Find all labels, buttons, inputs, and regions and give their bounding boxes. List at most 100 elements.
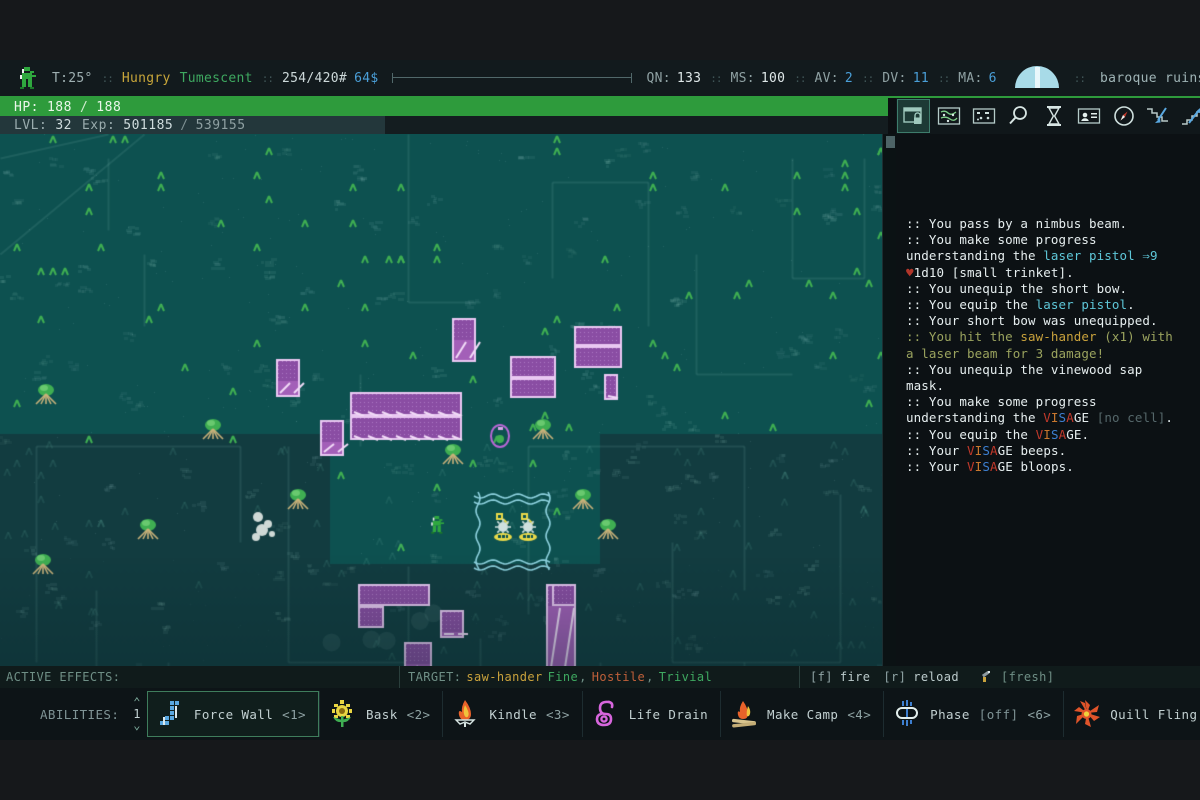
- log-span: You make some progress: [928, 232, 1097, 248]
- chevron-down-icon[interactable]: ⌄: [133, 719, 141, 731]
- player-avatar-icon[interactable]: [14, 65, 40, 91]
- local-map-icon[interactable]: [967, 99, 1000, 133]
- log-line: :: You pass by a nimbus beam.: [906, 216, 1194, 232]
- av-label: AV:: [814, 70, 839, 86]
- log-span: GE: [997, 459, 1013, 475]
- fire-label[interactable]: fire: [840, 670, 871, 684]
- reload-hotkey[interactable]: [r]: [883, 670, 906, 684]
- character-sheet-icon[interactable]: [1072, 99, 1105, 133]
- ability-hotkey: <1>: [282, 706, 306, 722]
- ability-bask[interactable]: Bask <2>: [318, 691, 442, 737]
- log-span: GE: [997, 442, 1013, 458]
- ability-phase[interactable]: Phase [off] <6>: [883, 691, 1063, 737]
- chevron-up-icon[interactable]: ⌃: [133, 696, 141, 708]
- ability-force-wall[interactable]: Force Wall <1>: [146, 691, 319, 737]
- ability-life-drain[interactable]: Life Drain: [581, 691, 720, 737]
- kindle-flame-icon: [452, 699, 480, 729]
- money: 64$: [354, 70, 379, 86]
- ability-make-camp[interactable]: Make Camp <4>: [720, 691, 883, 737]
- stairs-down-icon[interactable]: [1142, 99, 1175, 133]
- log-span: laser pistol: [1035, 297, 1128, 313]
- letterbox-bottom: [0, 740, 1200, 800]
- abilities-page-stepper[interactable]: ⌃ 1 ⌄: [133, 696, 141, 731]
- hourglass-icon[interactable]: [1037, 99, 1070, 133]
- lvl-label: LVL:: [14, 117, 48, 133]
- ability-state: [off]: [978, 706, 1019, 722]
- fire-hotkey[interactable]: [f]: [810, 670, 833, 684]
- moon-phase-icon: [1014, 66, 1059, 90]
- search-icon[interactable]: [1002, 99, 1035, 133]
- log-span: ::: [906, 394, 929, 410]
- log-span: ⇒9: [1134, 248, 1158, 264]
- hp-slash: /: [79, 99, 89, 115]
- log-line: :: You make some progress: [906, 232, 1194, 248]
- status-bar: T:25° :: Hungry Tumescent :: 254/420# 64…: [0, 60, 1200, 98]
- log-span: You make some progress: [928, 394, 1097, 410]
- campfire-icon: [730, 699, 758, 729]
- ability-kindle[interactable]: Kindle <3>: [442, 691, 581, 737]
- comma: ,: [646, 670, 654, 684]
- ability-label: Make Camp: [767, 706, 839, 722]
- bask-flower-icon: [329, 699, 357, 729]
- ability-hotkey: <3>: [545, 706, 570, 722]
- log-span: You equip the: [928, 297, 1036, 313]
- map-canvas[interactable]: [0, 134, 888, 666]
- log-span: ::: [906, 361, 929, 377]
- log-span: .: [1127, 297, 1135, 313]
- letterbox-top: [0, 0, 1200, 60]
- ability-label: Force Wall: [193, 706, 274, 722]
- message-log[interactable]: :: You pass by a nimbus beam.:: You make…: [896, 134, 1200, 666]
- log-span: You equip the: [928, 426, 1036, 442]
- exp-value: 501185: [123, 117, 174, 133]
- log-line: :: You unequip the vinewood sap: [906, 362, 1194, 378]
- map-viewport[interactable]: [0, 134, 888, 666]
- log-span: S: [982, 442, 990, 458]
- world-map-icon[interactable]: [932, 99, 965, 133]
- weapon-actions-panel: [f] fire [r] reload [fresh]: [800, 666, 1200, 688]
- compass-icon[interactable]: [1107, 99, 1140, 133]
- exp-next: 539155: [195, 117, 246, 133]
- map-scrollbar[interactable]: [882, 134, 896, 666]
- target-panel[interactable]: TARGET: saw-hander Fine, Hostile, Trivia…: [400, 666, 800, 688]
- log-span: ::: [906, 426, 929, 442]
- stairs-up-icon[interactable]: [1177, 99, 1200, 133]
- log-span: .: [1081, 426, 1090, 442]
- log-span: V: [967, 442, 975, 458]
- log-span: You pass by a nimbus beam.: [928, 216, 1128, 231]
- target-name: saw-hander: [466, 670, 543, 684]
- log-span: ::: [906, 459, 929, 475]
- ability-label: Life Drain: [628, 706, 709, 722]
- ms-value: 100: [760, 70, 786, 86]
- log-span: Your short bow was unequipped.: [928, 313, 1158, 329]
- log-span: saw-hander: [1020, 329, 1097, 345]
- log-span: I: [1050, 410, 1059, 426]
- quill-fling-icon: [1073, 699, 1101, 729]
- hp-bar: HP: 188 / 188: [0, 98, 888, 116]
- log-span: .: [1165, 410, 1174, 426]
- ability-quill-fling[interactable]: Quill Fling [300 quills left] <7>: [1063, 691, 1200, 737]
- bottom-info-row: ACTIVE EFFECTS: TARGET: saw-hander Fine,…: [0, 666, 1200, 688]
- qn-label: QN:: [646, 70, 671, 86]
- scrollbar-thumb[interactable]: [886, 136, 895, 148]
- log-span: ::: [906, 442, 929, 458]
- log-span: ♥: [906, 264, 914, 280]
- ma-value: 6: [988, 70, 997, 86]
- separator: ::: [937, 71, 950, 85]
- log-span: You unequip the short bow.: [928, 280, 1128, 296]
- weapon-state: [fresh]: [1001, 670, 1055, 684]
- locked-window-icon[interactable]: [897, 99, 930, 133]
- log-span: ::: [906, 313, 929, 329]
- log-span: understanding the: [906, 410, 1044, 426]
- log-span: ::: [906, 216, 929, 231]
- av-value: 2: [844, 70, 854, 86]
- active-effects-panel: ACTIVE EFFECTS:: [0, 666, 400, 688]
- separator: ::: [101, 71, 114, 85]
- ability-label: Quill Fling: [1110, 706, 1198, 722]
- log-line: understanding the laser pistol ⇒9: [906, 248, 1194, 264]
- hp-max: 188: [96, 99, 122, 115]
- reload-label[interactable]: reload: [913, 670, 959, 684]
- zone-name: baroque ruins, surface: [1099, 70, 1200, 86]
- log-span: You hit the: [928, 329, 1021, 345]
- log-span: ::: [906, 297, 929, 313]
- log-line: mask.: [906, 378, 1194, 394]
